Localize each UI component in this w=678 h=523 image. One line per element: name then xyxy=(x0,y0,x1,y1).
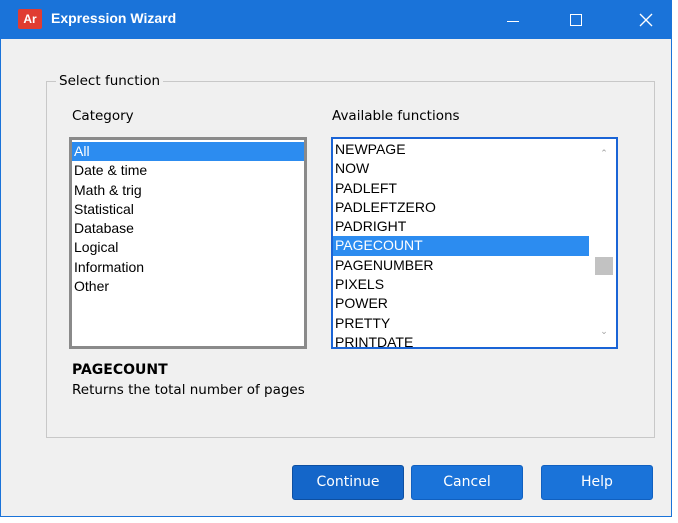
continue-button[interactable]: Continue xyxy=(292,465,404,500)
scroll-up-arrow-icon[interactable]: ⌃ xyxy=(599,149,609,159)
list-item[interactable]: Logical xyxy=(72,238,304,257)
list-item[interactable]: NOW xyxy=(333,159,589,178)
list-item[interactable]: PRETTY xyxy=(333,314,589,333)
category-listbox[interactable]: All Date & time Math & trig Statistical Data… xyxy=(69,137,307,349)
list-item[interactable]: PADLEFTZERO xyxy=(333,198,589,217)
close-button[interactable] xyxy=(623,1,669,39)
function-description-name: PAGECOUNT xyxy=(72,362,168,378)
scroll-thumb[interactable] xyxy=(595,257,613,275)
list-item[interactable]: PIXELS xyxy=(333,275,589,294)
minimize-icon xyxy=(507,21,519,22)
help-button[interactable]: Help xyxy=(541,465,653,500)
list-item[interactable]: Date & time xyxy=(72,161,304,180)
function-items: NEWPAGE NOW PADLEFT PADLEFTZERO PADRIGHT PAGE… xyxy=(333,139,616,347)
minimize-button[interactable] xyxy=(490,1,536,39)
window-title: Expression Wizard xyxy=(51,10,177,26)
functions-listbox[interactable]: NEWPAGE NOW PADLEFT PADLEFTZERO PADRIGHT PAGE… xyxy=(331,137,618,349)
close-icon xyxy=(639,13,653,27)
list-item[interactable]: PRINTDATE xyxy=(333,333,589,347)
list-item[interactable]: PADRIGHT xyxy=(333,217,589,236)
category-items: All Date & time Math & trig Statistical Data… xyxy=(72,140,304,296)
category-label: Category xyxy=(72,108,134,124)
scroll-down-arrow-icon[interactable]: ⌄ xyxy=(599,327,609,337)
list-item[interactable]: PAGECOUNT xyxy=(333,236,589,256)
app-logo-icon: Ar xyxy=(18,9,42,29)
available-functions-label: Available functions xyxy=(332,108,460,124)
list-item[interactable]: Information xyxy=(72,258,304,277)
list-item[interactable]: PAGENUMBER xyxy=(333,256,589,275)
function-description-text: Returns the total number of pages xyxy=(72,382,305,398)
select-function-legend: Select function xyxy=(59,73,161,89)
list-item[interactable]: NEWPAGE xyxy=(333,140,589,159)
list-item[interactable]: Statistical xyxy=(72,200,304,219)
functions-scrollbar[interactable]: ⌃ ⌄ xyxy=(592,139,616,347)
maximize-button[interactable] xyxy=(553,1,599,39)
list-item[interactable]: Other xyxy=(72,277,304,296)
title-bar[interactable]: Ar Expression Wizard xyxy=(1,1,671,39)
cancel-button[interactable]: Cancel xyxy=(411,465,523,500)
list-item[interactable]: Math & trig xyxy=(72,181,304,200)
list-item[interactable]: POWER xyxy=(333,294,589,313)
list-item[interactable]: All xyxy=(72,142,304,162)
maximize-icon xyxy=(570,14,582,26)
list-item[interactable]: Database xyxy=(72,219,304,238)
list-item[interactable]: PADLEFT xyxy=(333,179,589,198)
